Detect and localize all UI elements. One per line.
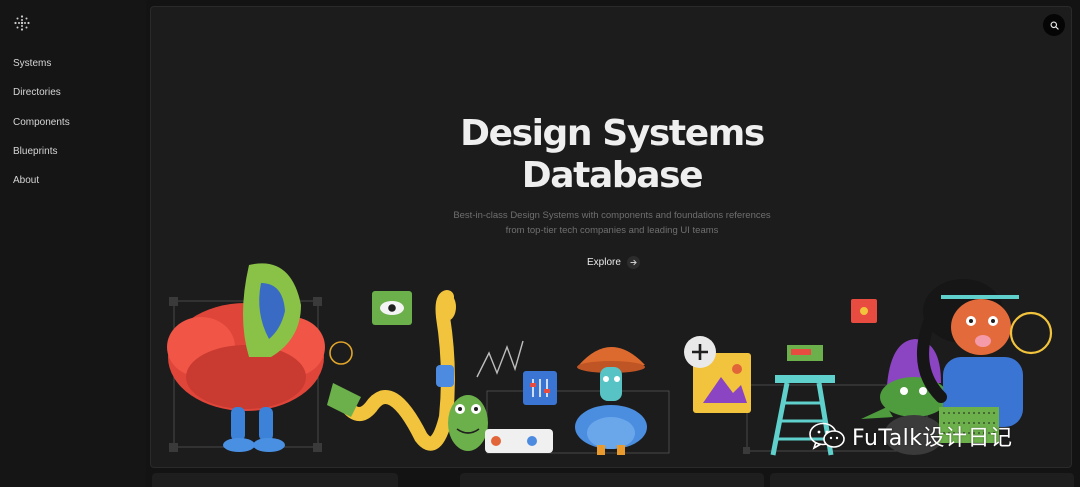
search-button[interactable] [1043, 14, 1065, 36]
system-card[interactable] [460, 473, 764, 487]
zigzag-line [476, 340, 524, 378]
subtitle-line-1: Best-in-class Design Systems with compon… [453, 210, 771, 221]
curly-hair-character [917, 279, 1053, 443]
sidebar-item-directories[interactable]: Directories [13, 87, 70, 116]
subtitle-line-2: from top-tier tech companies and leading… [505, 225, 719, 236]
flower-box [851, 299, 877, 323]
puffer-jacket-character [167, 263, 353, 452]
mushroom-hat-character [575, 347, 647, 455]
wechat-icon [809, 422, 845, 450]
toggle-widget [485, 429, 553, 453]
sidebar-item-blueprints[interactable]: Blueprints [13, 146, 70, 175]
hero-subtitle: Best-in-class Design Systems with compon… [151, 208, 1071, 238]
watermark-text: FuTalk设计日记 [852, 426, 1013, 451]
sidebar-item-systems[interactable]: Systems [13, 58, 70, 87]
hero-panel: Design Systems Database Best-in-class De… [150, 6, 1072, 468]
title-line-2: Database [521, 155, 704, 196]
search-icon [1049, 20, 1059, 30]
slider-box [523, 371, 557, 405]
system-card[interactable] [152, 473, 398, 487]
logo-icon[interactable] [14, 15, 30, 31]
title-line-1: Design Systems [460, 113, 765, 154]
sidebar-nav: Systems Directories Components Blueprint… [13, 58, 70, 204]
green-monster-character [448, 395, 488, 451]
page-title: Design Systems Database [151, 113, 1071, 197]
system-card[interactable] [770, 473, 1074, 487]
sidebar-item-about[interactable]: About [13, 175, 70, 204]
sidebar: Systems Directories Components Blueprint… [0, 0, 146, 487]
plus-badge [684, 336, 716, 368]
eye-box [372, 291, 412, 325]
sidebar-item-components[interactable]: Components [13, 117, 70, 146]
watermark: FuTalk设计日记 [808, 420, 1013, 452]
